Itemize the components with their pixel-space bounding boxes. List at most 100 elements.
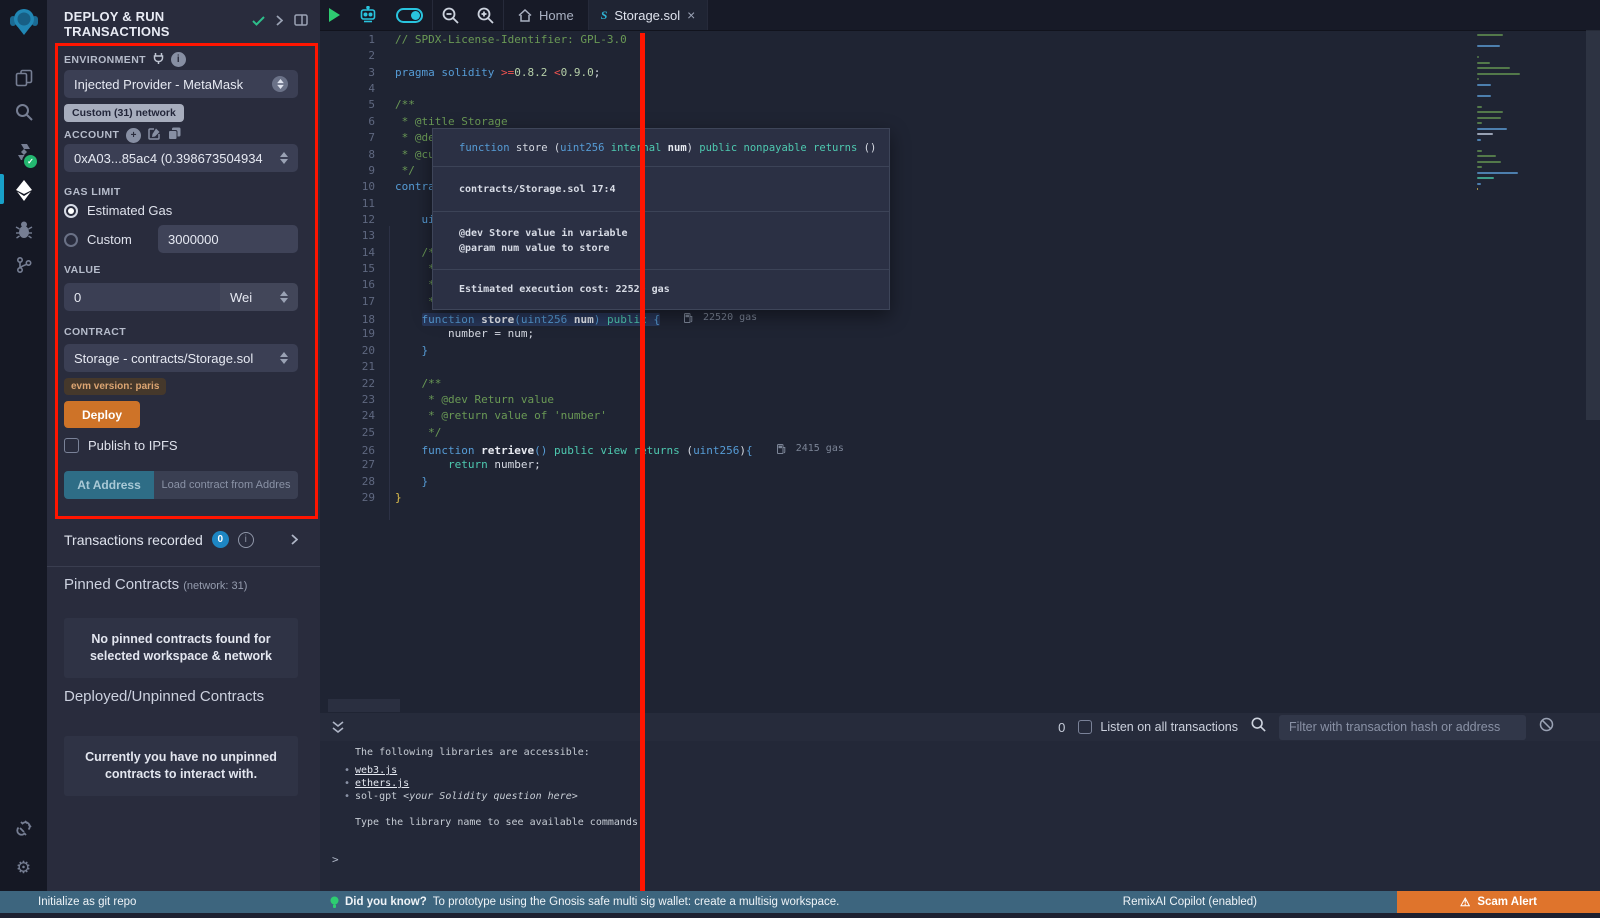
pinned-contracts-heading: Pinned Contracts (network: 31)	[64, 576, 247, 593]
scam-alert-button[interactable]: ⚠ Scam Alert	[1397, 891, 1600, 913]
listen-all-transactions[interactable]: Listen on all transactions	[1078, 720, 1238, 734]
search-icon[interactable]	[0, 96, 47, 128]
forward-chevron-icon[interactable]	[276, 13, 283, 31]
transaction-filter-input[interactable]	[1279, 715, 1526, 740]
compiled-check-icon	[252, 13, 265, 31]
account-stepper-icon	[280, 152, 288, 164]
contract-select[interactable]: Storage - contracts/Storage.sol	[64, 344, 298, 372]
expand-terminal-icon[interactable]	[332, 721, 344, 734]
deploy-run-panel: DEPLOY & RUN TRANSACTIONS ENVIRONMENT i	[47, 0, 320, 891]
gas-estimate-badge: 22520 gas	[684, 310, 757, 326]
value-input[interactable]: 0	[64, 283, 220, 311]
zoom-out-button[interactable]	[433, 0, 468, 30]
icon-rail: ✓	[0, 0, 48, 891]
custom-gas-value: 3000000	[168, 232, 219, 247]
terminal-listen-count: 0	[1058, 720, 1065, 735]
home-icon	[518, 9, 532, 22]
publish-to-ipfs-row[interactable]: Publish to IPFS	[64, 438, 178, 453]
editor-hscrollbar[interactable]	[328, 699, 400, 712]
solidity-file-icon: S	[601, 8, 608, 23]
value-unit-select[interactable]: Wei	[220, 283, 298, 311]
custom-gas-label: Custom	[87, 232, 132, 247]
compile-success-badge: ✓	[22, 153, 39, 170]
estimated-gas-option[interactable]: Estimated Gas	[64, 203, 172, 218]
clear-terminal-icon[interactable]	[1539, 717, 1554, 737]
environment-select[interactable]: Injected Provider - MetaMask	[64, 70, 298, 98]
transactions-recorded-label: Transactions recorded	[64, 532, 203, 548]
close-tab-icon[interactable]: ×	[687, 8, 695, 22]
git-icon[interactable]	[0, 249, 47, 281]
deploy-and-run-icon[interactable]	[0, 174, 47, 206]
publish-ipfs-checkbox[interactable]	[64, 438, 79, 453]
pin-panel-icon[interactable]	[294, 13, 308, 31]
contract-label: CONTRACT	[64, 326, 126, 338]
minimap[interactable]	[1477, 34, 1545, 194]
transactions-count-badge: 0	[212, 531, 229, 548]
deploy-button[interactable]: Deploy	[64, 401, 140, 428]
ai-copilot-toggle[interactable]	[387, 0, 432, 30]
sign-message-icon[interactable]	[148, 127, 161, 143]
copilot-status[interactable]: RemixAI Copilot (enabled)	[1123, 896, 1257, 908]
publish-ipfs-label: Publish to IPFS	[88, 438, 178, 453]
custom-gas-radio[interactable]	[64, 233, 78, 247]
at-address-input[interactable]: Load contract from Addres	[154, 471, 298, 499]
value-label: VALUE	[64, 264, 101, 276]
toggle-icon	[396, 8, 423, 23]
account-label: ACCOUNT	[64, 129, 119, 141]
indent-guide	[389, 226, 390, 520]
at-address-row: At Address Load contract from Addres	[64, 471, 298, 499]
tab-storage-sol[interactable]: S Storage.sol ×	[589, 0, 708, 30]
plugin-manager-icon[interactable]	[0, 812, 47, 844]
account-select[interactable]: 0xA03...85ac4 (0.398673504934	[64, 144, 298, 172]
environment-info-icon[interactable]: i	[171, 52, 186, 67]
terminal-outro: Type the library name to see available c…	[355, 817, 644, 828]
code-line: 1// SPDX-License-Identifier: GPL-3.0	[320, 32, 1600, 48]
tab-home[interactable]: Home	[504, 0, 588, 30]
git-init-status[interactable]: Initialize as git repo	[38, 891, 136, 913]
function-hover-tooltip: function store (uint256 internal num) pu…	[432, 128, 890, 310]
settings-gear-icon[interactable]: ⚙	[0, 852, 47, 884]
at-address-button[interactable]: At Address	[64, 471, 154, 499]
file-explorer-icon[interactable]	[0, 62, 47, 94]
run-script-button[interactable]	[320, 0, 349, 30]
custom-gas-input[interactable]: 3000000	[158, 225, 298, 253]
unpinned-empty-box: Currently you have no unpinned contracts…	[64, 736, 298, 796]
custom-gas-option[interactable]: Custom	[64, 232, 132, 247]
remix-logo-icon[interactable]	[0, 6, 47, 38]
copy-account-icon[interactable]	[168, 127, 181, 143]
environment-value: Injected Provider - MetaMask	[74, 77, 272, 92]
listen-checkbox[interactable]	[1078, 720, 1092, 734]
code-line: 25 */	[320, 425, 1600, 441]
zoom-in-button[interactable]	[468, 0, 503, 30]
estimated-gas-radio[interactable]	[64, 204, 78, 218]
account-value: 0xA03...85ac4 (0.398673504934	[74, 151, 280, 166]
gas-limit-label: GAS LIMIT	[64, 186, 121, 198]
terminal-prompt[interactable]: >	[332, 853, 339, 866]
transactions-info-icon[interactable]: i	[238, 532, 254, 548]
code-line: 2	[320, 48, 1600, 64]
play-icon	[329, 8, 340, 22]
zoom-in-icon	[477, 7, 494, 24]
code-line: 19 number = num;	[320, 326, 1600, 342]
add-account-icon[interactable]: +	[126, 128, 141, 143]
lightbulb-icon	[330, 896, 339, 909]
terminal-link-web3[interactable]: web3.js	[355, 765, 397, 776]
main-area: Home S Storage.sol × 1// SPDX-License-Id…	[320, 0, 1600, 891]
bottom-strip	[0, 913, 1600, 918]
remix-ide-window: ✓	[0, 0, 1600, 918]
remix-ai-button[interactable]	[349, 0, 387, 30]
listen-label: Listen on all transactions	[1100, 720, 1238, 734]
code-line: 29}	[320, 490, 1600, 506]
code-line: 23 * @dev Return value	[320, 392, 1600, 408]
terminal-output[interactable]: The following libraries are accessible: …	[320, 741, 1600, 891]
editor-scrollbar[interactable]	[1586, 30, 1600, 420]
unpinned-contracts-heading: Deployed/Unpinned Contracts	[64, 688, 264, 705]
debugger-icon[interactable]	[0, 214, 47, 246]
pinned-contracts-network: (network: 31)	[183, 580, 247, 592]
tooltip-location: contracts/Storage.sol 17:4	[433, 167, 889, 212]
plug-icon[interactable]	[153, 52, 164, 67]
transactions-expand-icon[interactable]	[291, 532, 298, 548]
solidity-compiler-icon[interactable]: ✓	[0, 136, 47, 168]
terminal-link-ethers[interactable]: ethers.js	[355, 778, 409, 789]
code-line: 20 }	[320, 343, 1600, 359]
